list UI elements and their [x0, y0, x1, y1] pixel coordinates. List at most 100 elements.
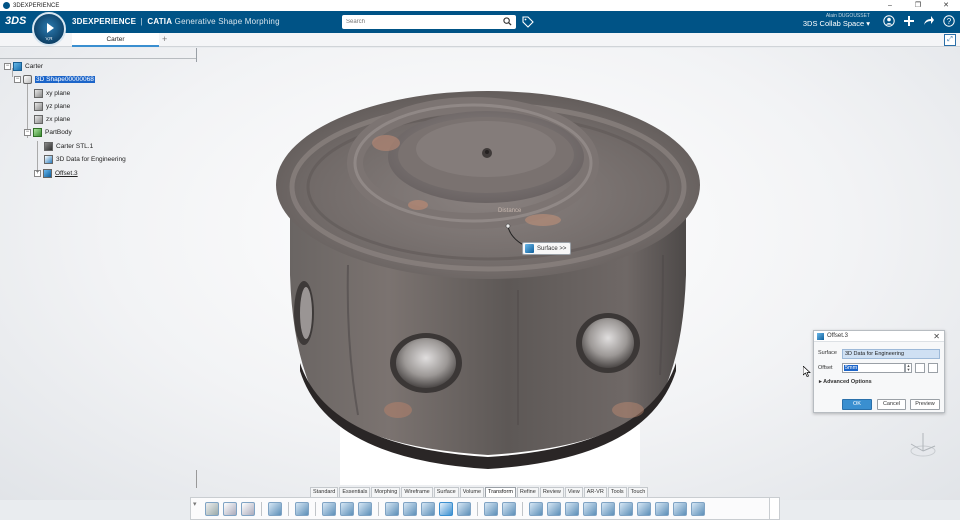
separator: [522, 501, 523, 516]
tree-node-stl[interactable]: Carter STL.1: [44, 142, 93, 151]
brand-separator: |: [140, 17, 143, 26]
curve-icon[interactable]: [484, 501, 498, 516]
measure-icon[interactable]: [915, 363, 925, 373]
offset-input[interactable]: 5mm: [842, 363, 905, 373]
tree-node-root[interactable]: − Carter: [4, 62, 43, 71]
3d-compass-icon[interactable]: [906, 430, 938, 460]
help-icon[interactable]: ?: [942, 14, 956, 28]
minimize-button[interactable]: –: [876, 0, 904, 11]
offset-tool-icon[interactable]: [439, 501, 453, 516]
compass-widget[interactable]: V,R: [32, 12, 66, 46]
render-icon[interactable]: [691, 501, 705, 516]
action-tab-essentials[interactable]: Essentials: [339, 487, 371, 497]
action-tab-tools[interactable]: Tools: [607, 487, 627, 497]
brand-app: CATIA: [147, 17, 173, 26]
cut-icon[interactable]: [205, 501, 219, 516]
tree-node-shape[interactable]: − 3D Shape00000068: [14, 75, 95, 84]
search-icon[interactable]: [503, 17, 512, 26]
user-info[interactable]: Alain DUGOUSSET 3DS Collab Space ▾: [780, 13, 870, 28]
offset-dialog: Offset.3 ✕ Surface 3D Data for Engineeri…: [813, 330, 945, 413]
add-tab-button[interactable]: +: [162, 34, 167, 44]
action-tab-touch[interactable]: Touch: [627, 487, 649, 497]
action-tab-transform[interactable]: Transform: [485, 487, 516, 497]
action-tab-standard[interactable]: Standard: [310, 487, 339, 497]
fit-all-icon[interactable]: ⤢: [944, 34, 956, 46]
collab-space-selector[interactable]: 3DS Collab Space ▾: [780, 19, 870, 28]
app-icon: [3, 2, 10, 9]
ds-logo[interactable]: 3DS: [5, 15, 26, 27]
action-bar-menu-icon[interactable]: ▾: [193, 500, 197, 508]
offset-spinner[interactable]: ▲ ▼: [905, 363, 912, 373]
paste-icon[interactable]: [241, 501, 255, 516]
panel-splitter[interactable]: [196, 470, 197, 488]
brand-module: Generative Shape Morphing: [174, 17, 280, 26]
offset-label: Offset: [818, 365, 833, 371]
action-tab-surface[interactable]: Surface: [433, 487, 459, 497]
expand-icon[interactable]: +: [34, 170, 41, 177]
surface-tag[interactable]: Surface >>: [522, 242, 572, 255]
symmetry-icon[interactable]: [358, 501, 372, 516]
action-tab-ar-vr[interactable]: AR-VR: [583, 487, 607, 497]
measure-tool-icon[interactable]: [673, 501, 687, 516]
plane-icon: [34, 89, 43, 98]
collapse-icon[interactable]: −: [24, 129, 31, 136]
tree-node-zx-plane[interactable]: zx plane: [34, 115, 70, 124]
surface-tool-icon[interactable]: [601, 501, 615, 516]
morph-icon[interactable]: [529, 501, 543, 516]
update-icon[interactable]: [295, 501, 309, 516]
action-tab-wireframe[interactable]: Wireframe: [401, 487, 433, 497]
action-tab-view[interactable]: View: [564, 487, 583, 497]
pick-icon[interactable]: [928, 363, 938, 373]
user-profile-icon[interactable]: [882, 14, 896, 28]
share-icon[interactable]: [922, 14, 936, 28]
3d-shape-icon: [23, 75, 32, 84]
copy-icon[interactable]: [223, 501, 237, 516]
add-icon[interactable]: [902, 14, 916, 28]
deform-icon[interactable]: [547, 501, 561, 516]
cancel-button[interactable]: Cancel: [877, 399, 906, 410]
sweep-icon[interactable]: [421, 501, 435, 516]
tree-node-engineering-data[interactable]: 3D Data for Engineering: [44, 155, 126, 164]
restore-button[interactable]: ❐: [904, 0, 932, 11]
mesh-tool-icon[interactable]: [619, 501, 633, 516]
collapse-icon[interactable]: −: [14, 76, 21, 83]
select-icon[interactable]: [340, 501, 354, 516]
preview-button[interactable]: Preview: [910, 399, 940, 410]
tag-icon[interactable]: [522, 16, 534, 28]
offset-value: 5mm: [844, 365, 859, 371]
action-tab-review[interactable]: Review: [539, 487, 564, 497]
analysis-icon[interactable]: [655, 501, 669, 516]
tree-node-yz-plane[interactable]: yz plane: [34, 102, 70, 111]
ok-button[interactable]: OK: [842, 399, 872, 410]
separator: [315, 501, 316, 516]
window-title: 3DEXPERIENCE: [13, 2, 60, 9]
action-tab-refine[interactable]: Refine: [516, 487, 539, 497]
surface-field[interactable]: 3D Data for Engineering: [842, 349, 940, 359]
tree-node-partbody[interactable]: − PartBody: [24, 128, 72, 137]
collapse-icon[interactable]: −: [4, 63, 11, 70]
search-input[interactable]: [342, 15, 492, 29]
thickness-icon[interactable]: [457, 501, 471, 516]
action-tab-volume[interactable]: Volume: [459, 487, 485, 497]
table-icon[interactable]: [322, 501, 336, 516]
grid-pattern-icon[interactable]: [403, 501, 417, 516]
undo-icon[interactable]: [268, 501, 282, 516]
extract-icon[interactable]: [502, 501, 516, 516]
app-header: 3DS 3DEXPERIENCE | CATIA Generative Shap…: [0, 11, 960, 33]
tab-carter[interactable]: Carter: [72, 33, 159, 47]
tree-splitter[interactable]: [196, 48, 197, 62]
part-model[interactable]: [268, 45, 708, 485]
pattern-icon[interactable]: [385, 501, 399, 516]
action-tab-morphing[interactable]: Morphing: [371, 487, 401, 497]
sphere-icon[interactable]: [637, 501, 651, 516]
tree-node-offset[interactable]: + Offset.3: [34, 169, 78, 178]
shape-icon[interactable]: [583, 501, 597, 516]
dialog-close-icon[interactable]: ✕: [933, 332, 940, 341]
advanced-options-toggle[interactable]: ▸ Advanced Options: [819, 379, 872, 385]
close-window-button[interactable]: ✕: [932, 0, 960, 11]
action-bar: [190, 497, 770, 520]
tree-label-stl: Carter STL.1: [56, 143, 94, 150]
wrap-icon[interactable]: [565, 501, 579, 516]
offset-icon: [817, 332, 824, 340]
tree-node-xy-plane[interactable]: xy plane: [34, 89, 70, 98]
